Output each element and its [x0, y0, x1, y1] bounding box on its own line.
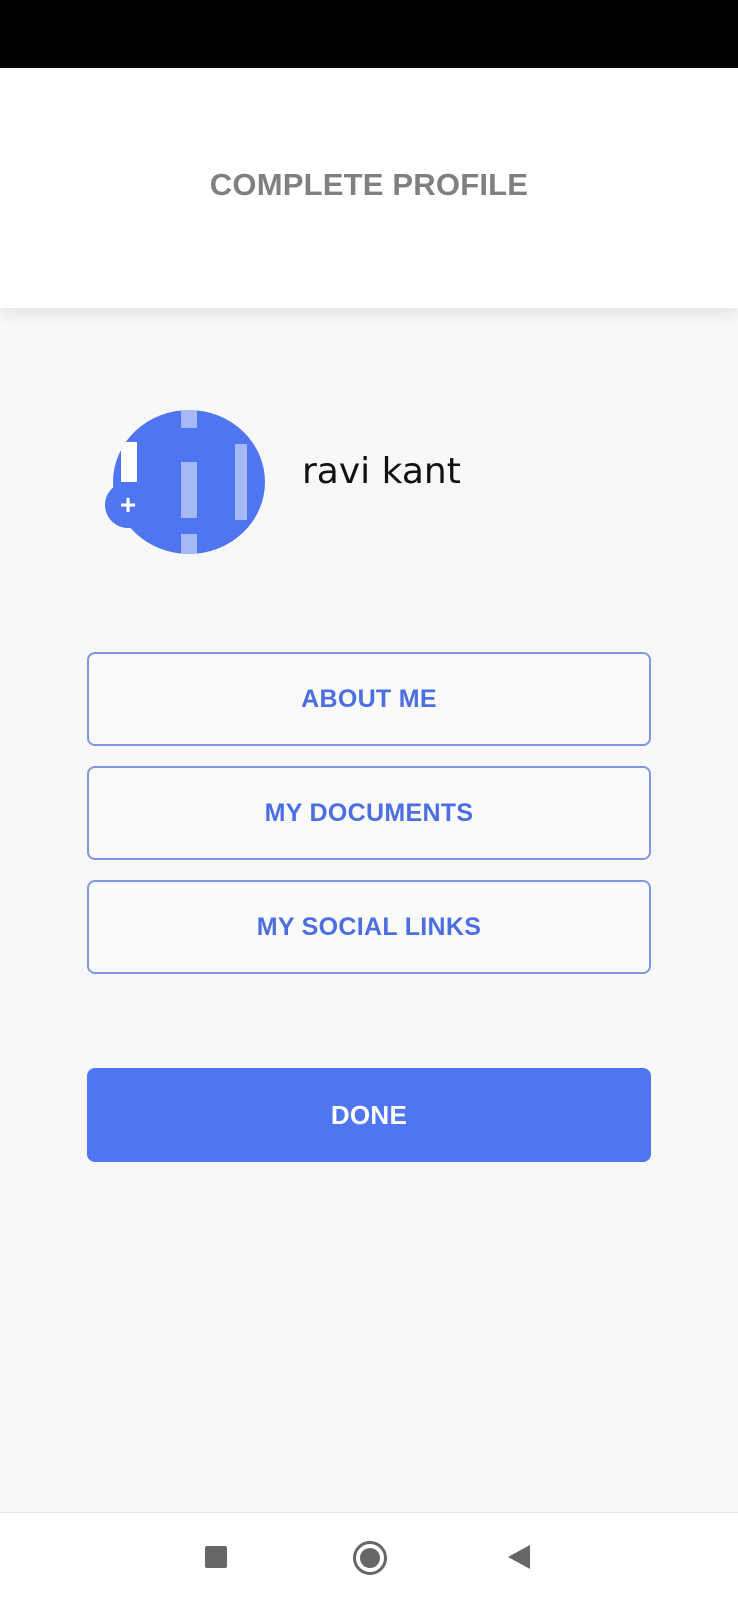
avatar-placeholder-stripe — [121, 442, 137, 482]
avatar-placeholder-stripe — [181, 410, 197, 428]
my-documents-button[interactable]: MY DOCUMENTS — [87, 766, 651, 860]
user-name: ravi kant — [302, 451, 461, 492]
add-photo-button[interactable]: + — [105, 482, 151, 528]
plus-icon: + — [119, 489, 137, 520]
avatar-placeholder-stripe — [181, 534, 197, 554]
done-button[interactable]: DONE — [87, 1068, 651, 1162]
avatar-placeholder-stripe — [235, 444, 247, 520]
triangle-back-icon[interactable] — [508, 1545, 530, 1569]
app-header: COMPLETE PROFILE — [0, 68, 738, 308]
system-navigation-bar — [0, 1512, 738, 1600]
my-social-links-button[interactable]: MY SOCIAL LINKS — [87, 880, 651, 974]
avatar-placeholder-stripe — [181, 462, 197, 518]
about-me-button[interactable]: ABOUT ME — [87, 652, 651, 746]
avatar-container[interactable]: + — [105, 410, 265, 554]
square-recent-apps-icon[interactable] — [205, 1546, 227, 1568]
status-bar — [0, 0, 738, 68]
circle-home-icon[interactable] — [353, 1541, 387, 1575]
avatar[interactable] — [113, 410, 265, 554]
page-title: COMPLETE PROFILE — [209, 167, 529, 202]
profile-content: + ravi kant ABOUT ME MY DOCUMENTS MY SOC… — [0, 308, 738, 1512]
